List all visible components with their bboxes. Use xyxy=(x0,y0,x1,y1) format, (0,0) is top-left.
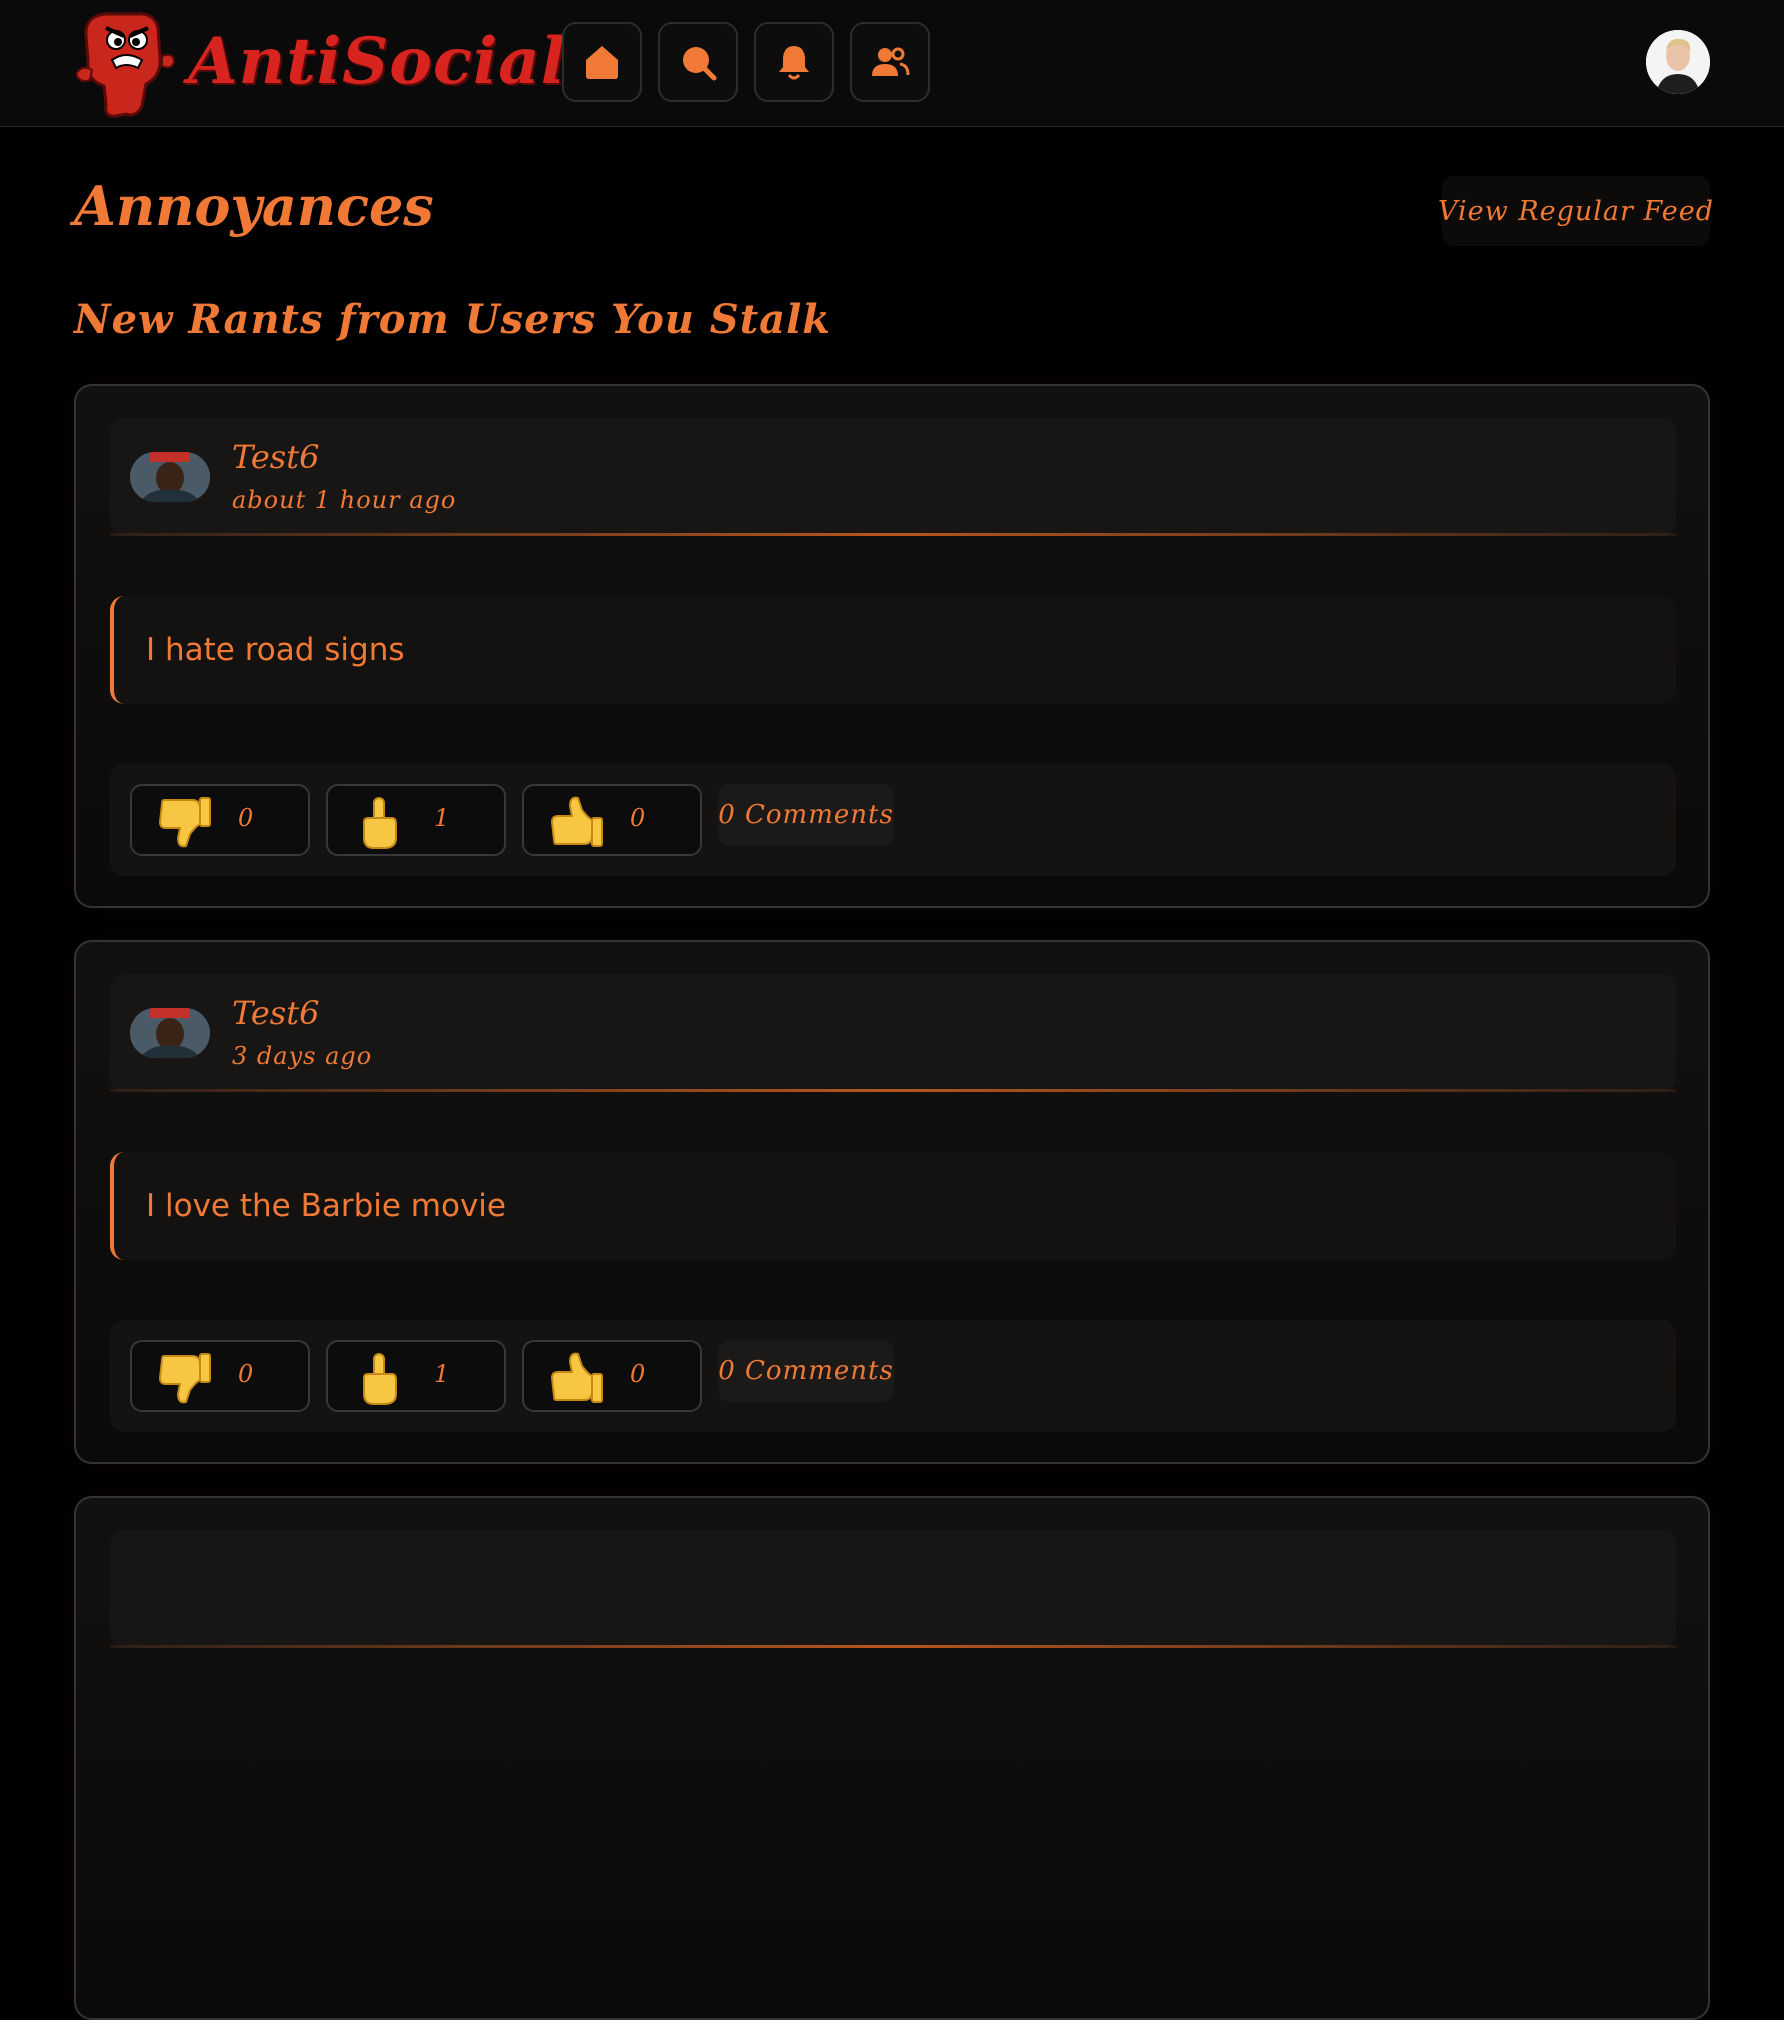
author-avatar[interactable] xyxy=(130,1008,210,1058)
rant-actions: 0 1 0 0 Comments xyxy=(110,764,1676,876)
middle-finger-count: 1 xyxy=(434,804,450,832)
like-button[interactable]: 0 xyxy=(522,1340,702,1412)
thumbs-down-icon xyxy=(158,1353,211,1404)
home-icon xyxy=(586,46,618,79)
bell-icon xyxy=(779,46,809,80)
middle-finger-count: 1 xyxy=(434,1360,450,1388)
like-button[interactable]: 0 xyxy=(522,784,702,856)
profile-photo-icon xyxy=(1646,30,1710,94)
nav-notifications-button[interactable] xyxy=(754,22,834,102)
search-icon xyxy=(683,47,717,81)
nav-home-button[interactable] xyxy=(562,22,642,102)
thumbs-up-icon xyxy=(550,1352,603,1403)
app-name: AntiSocial xyxy=(188,24,567,99)
dislike-count: 0 xyxy=(238,1360,254,1388)
dislike-count: 0 xyxy=(238,804,254,832)
nav-search-button[interactable] xyxy=(658,22,738,102)
app-logo[interactable]: AntiSocial xyxy=(76,6,565,120)
author-photo-icon xyxy=(130,1008,210,1058)
rant-header: Test6 3 days ago xyxy=(110,974,1676,1092)
thumbs-up-icon xyxy=(550,796,603,847)
rant-header xyxy=(110,1530,1676,1648)
nav-friends-button[interactable] xyxy=(850,22,930,102)
author-photo-icon xyxy=(130,452,210,502)
users-icon xyxy=(872,47,910,76)
author-name[interactable]: Test6 xyxy=(232,438,319,476)
rant-actions: 0 1 0 0 Comments xyxy=(110,1320,1676,1432)
section-title: New Rants from Users You Stalk xyxy=(74,296,831,343)
middle-finger-button[interactable]: 1 xyxy=(326,1340,506,1412)
rant-header: Test6 about 1 hour ago xyxy=(110,418,1676,536)
like-count: 0 xyxy=(630,1360,646,1388)
rant-text: I love the Barbie movie xyxy=(110,1152,1676,1260)
middle-finger-icon xyxy=(363,1353,397,1405)
middle-finger-button[interactable]: 1 xyxy=(326,784,506,856)
view-regular-feed-button[interactable]: View Regular Feed xyxy=(1438,176,1713,246)
top-navigation-bar: AntiSocial xyxy=(0,0,1784,127)
rant-card: Test6 about 1 hour ago I hate road signs… xyxy=(74,384,1710,908)
comments-button[interactable]: 0 Comments xyxy=(718,1340,894,1402)
author-avatar[interactable] xyxy=(130,452,210,502)
post-timestamp: 3 days ago xyxy=(232,1042,373,1070)
user-profile-avatar[interactable] xyxy=(1646,30,1710,94)
middle-finger-icon xyxy=(363,797,397,849)
rant-card xyxy=(74,1496,1710,2020)
like-count: 0 xyxy=(630,804,646,832)
page-title: Annoyances xyxy=(74,174,434,238)
rant-card: Test6 3 days ago I love the Barbie movie… xyxy=(74,940,1710,1464)
post-timestamp: about 1 hour ago xyxy=(232,486,457,514)
dislike-button[interactable]: 0 xyxy=(130,1340,310,1412)
comments-button[interactable]: 0 Comments xyxy=(718,784,894,846)
angry-mascot-icon xyxy=(76,12,176,118)
rant-text: I hate road signs xyxy=(110,596,1676,704)
dislike-button[interactable]: 0 xyxy=(130,784,310,856)
thumbs-down-icon xyxy=(158,797,211,848)
author-name[interactable]: Test6 xyxy=(232,994,319,1032)
